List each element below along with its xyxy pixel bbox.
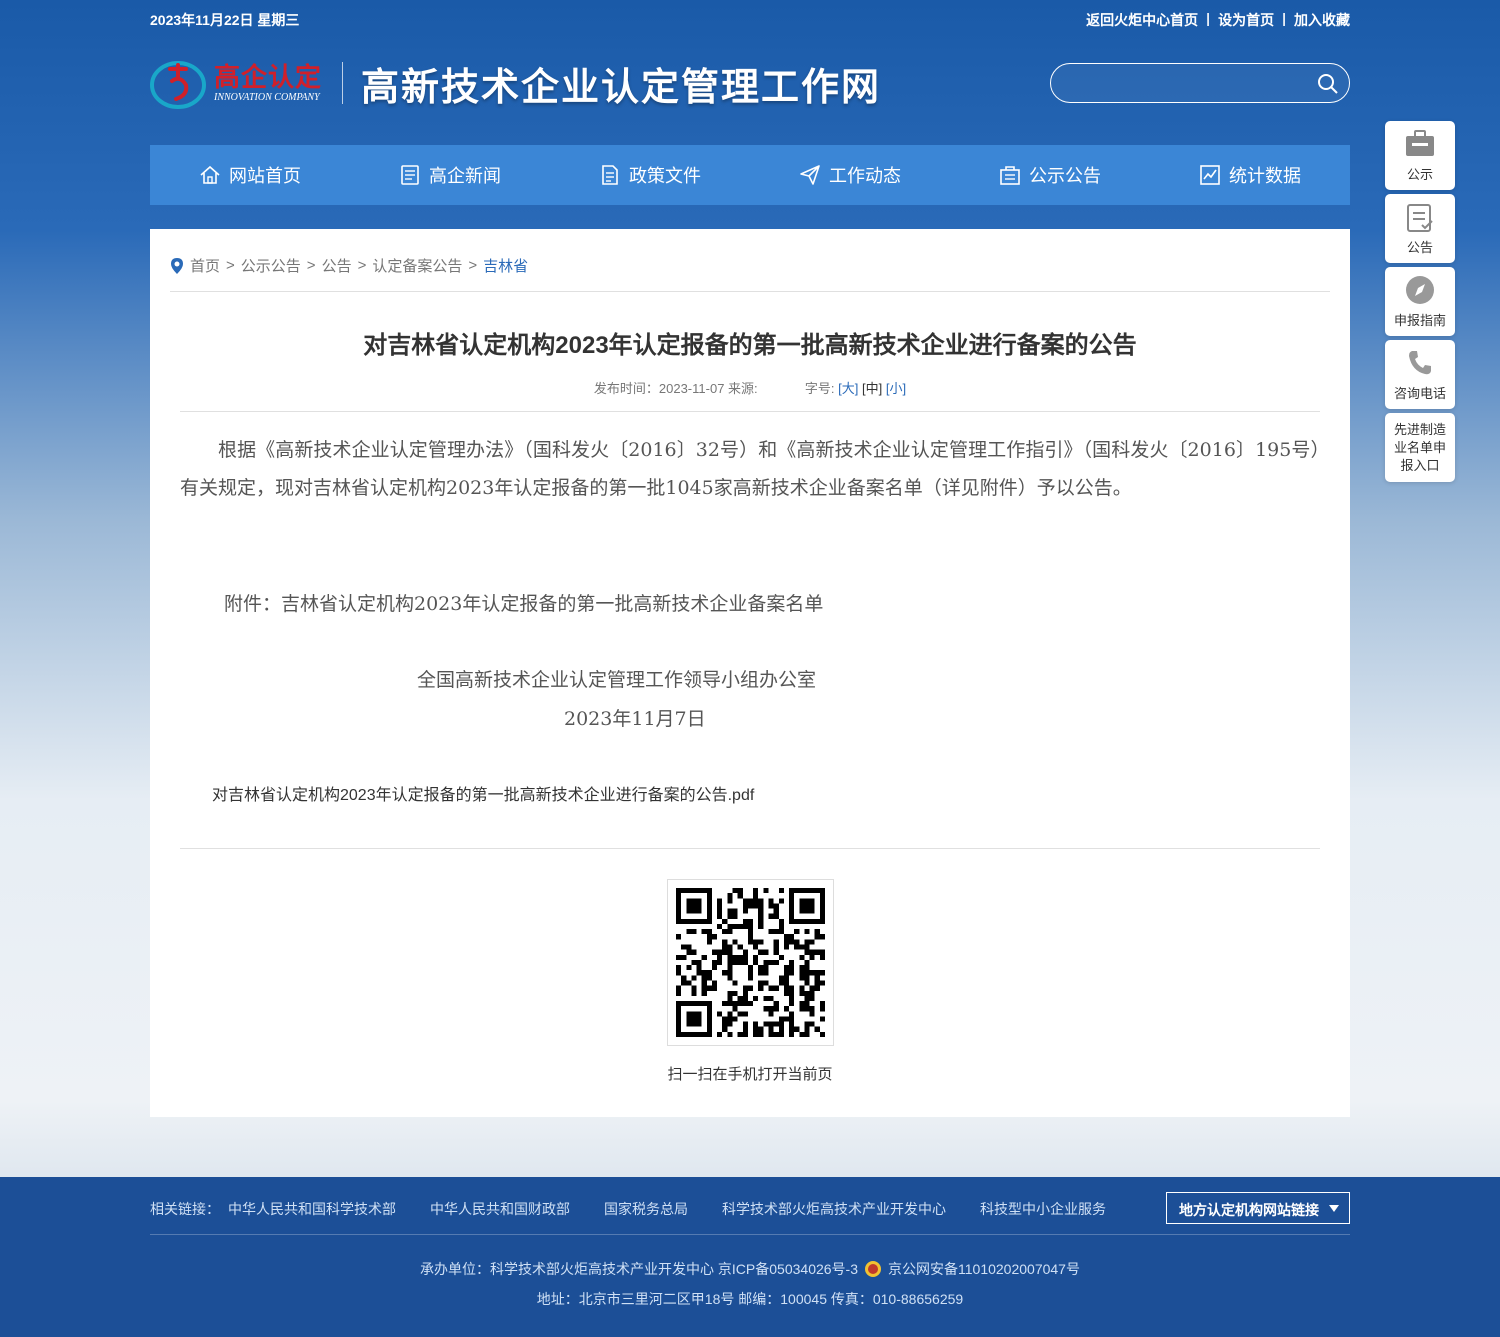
chart-icon: [1200, 165, 1220, 185]
divider: [170, 291, 1330, 292]
article-title: 对吉林省认定机构2023年认定报备的第一批高新技术企业进行备案的公告: [363, 332, 1137, 359]
phone-icon: [1409, 351, 1431, 375]
article-paragraph: 根据《高新技术企业认定管理办法》（国科发火〔2016〕32号）和《高新技术企业认…: [180, 439, 1320, 499]
breadcrumb-publicity[interactable]: 公示公告: [241, 255, 301, 276]
side-label: 申报指南: [1393, 313, 1446, 328]
nav-label: 政策文件: [629, 166, 701, 186]
breadcrumb-sep: >: [357, 257, 367, 274]
footer-info-organizer: 承办单位：科学技术部火炬高技术产业开发中心 京ICP备05034026号-3 京…: [0, 1259, 1500, 1279]
clipboard-icon: [1000, 166, 1020, 185]
separator: |: [1282, 10, 1286, 26]
footer: 相关链接： 中华人民共和国科学技术部 中华人民共和国财政部 国家税务总局 科学技…: [0, 1177, 1500, 1337]
logo-en: INNOVATION COMPANY: [214, 91, 320, 103]
font-size-medium[interactable]: [中]: [862, 381, 882, 396]
local-agency-select-label: 地方认定机构网站链接: [1179, 1202, 1319, 1218]
side-label: 先进制造业名单申报入口: [1393, 421, 1446, 473]
home-icon: [200, 165, 220, 184]
news-icon: [401, 165, 419, 185]
qr-code: [667, 879, 834, 1046]
breadcrumb-sep: >: [306, 257, 316, 274]
issuing-organization: 全国高新技术企业认定管理工作领导小组办公室: [417, 669, 817, 691]
related-links-label: 相关链接：: [150, 1201, 220, 1217]
nav-item-news[interactable]: 高企新闻: [350, 145, 550, 205]
logo-cn: 高企认定: [214, 62, 323, 93]
set-homepage-link[interactable]: 设为首页: [1218, 10, 1274, 30]
main-nav: 网站首页 高企新闻 政策文件 工作动态 公示公告 统计数据: [150, 145, 1350, 205]
separator: |: [1206, 10, 1211, 26]
chevron-down-icon: [1329, 1205, 1339, 1212]
font-size-small[interactable]: [小]: [886, 381, 906, 396]
nav-item-stats[interactable]: 统计数据: [1150, 145, 1350, 205]
article-panel: 首页 > 公示公告 > 公告 > 认定备案公告 > 吉林省 对吉林省认定机构20…: [150, 229, 1350, 1117]
search-icon[interactable]: [1317, 73, 1339, 95]
logo-icon[interactable]: [150, 55, 210, 111]
nav-label: 高企新闻: [429, 166, 501, 186]
paper-plane-icon: [800, 165, 820, 185]
nav-item-notice[interactable]: 公示公告: [950, 145, 1150, 205]
police-badge-icon: [864, 1260, 882, 1278]
divider: [180, 848, 1320, 849]
related-links: 相关链接： 中华人民共和国科学技术部 中华人民共和国财政部 国家税务总局 科学技…: [150, 1199, 1106, 1219]
side-label: 公告: [1406, 240, 1433, 255]
nav-item-home[interactable]: 网站首页: [150, 145, 350, 205]
briefcase-icon: [1406, 130, 1434, 156]
breadcrumb-current[interactable]: 吉林省: [483, 255, 528, 276]
add-favorite-link[interactable]: 加入收藏: [1294, 10, 1350, 30]
location-pin-icon: [171, 257, 183, 274]
top-bar: 2023年11月22日 星期三 返回火炬中心首页 | 设为首页 | 加入收藏: [150, 10, 1350, 30]
footer-link-torch[interactable]: 科学技术部火炬高技术产业开发中心: [722, 1199, 946, 1219]
footer-link-tax[interactable]: 国家税务总局: [604, 1199, 688, 1219]
side-button-publicity[interactable]: 公示: [1385, 121, 1455, 190]
breadcrumb-sep: >: [468, 257, 478, 274]
side-label: 公示: [1406, 167, 1433, 182]
pdf-attachment-link[interactable]: 对吉林省认定机构2023年认定报备的第一批高新技术企业进行备案的公告.pdf: [212, 781, 754, 805]
footer-link-mof[interactable]: 中华人民共和国财政部: [430, 1199, 570, 1219]
site-brand: 高企认定 INNOVATION COMPANY 高新技术企业认定管理工作网: [150, 55, 881, 111]
footer-link-most[interactable]: 中华人民共和国科学技术部: [228, 1199, 396, 1219]
return-torch-home-link[interactable]: 返回火炬中心首页: [1086, 10, 1198, 30]
search-box: [1050, 63, 1350, 103]
side-button-advanced-manufacturing[interactable]: 先进制造业名单申报入口: [1385, 413, 1455, 482]
breadcrumb-record-notice[interactable]: 认定备案公告: [372, 255, 462, 276]
publish-time: 发布时间：2023-11-07 来源:: [593, 381, 758, 396]
font-size-large[interactable]: [大]: [838, 381, 858, 396]
nav-label: 网站首页: [229, 166, 301, 186]
nav-label: 工作动态: [829, 166, 901, 186]
font-size-label: 字号:: [804, 381, 835, 396]
footer-link-sme[interactable]: 科技型中小企业服务: [980, 1199, 1106, 1219]
nav-item-policy[interactable]: 政策文件: [550, 145, 750, 205]
side-button-notice[interactable]: 公告: [1385, 194, 1455, 263]
divider: [180, 411, 1320, 412]
current-date: 2023年11月22日 星期三: [150, 12, 300, 28]
organizer-icp: 承办单位：科学技术部火炬高技术产业开发中心 京ICP备05034026号-3: [420, 1261, 858, 1277]
local-agency-select[interactable]: 地方认定机构网站链接: [1166, 1192, 1350, 1224]
nav-item-work[interactable]: 工作动态: [750, 145, 950, 205]
site-title: 高新技术企业认定管理工作网: [361, 63, 882, 109]
breadcrumb: 首页 > 公示公告 > 公告 > 认定备案公告 > 吉林省: [170, 255, 528, 276]
notepad-icon: [1407, 204, 1433, 232]
side-button-phone[interactable]: 咨询电话: [1385, 340, 1455, 409]
compass-icon: [1406, 276, 1434, 304]
article-body: 根据《高新技术企业认定管理办法》（国科发火〔2016〕32号）和《高新技术企业认…: [180, 431, 1320, 507]
footer-info-address: 地址：北京市三里河二区甲18号 邮编：100045 传真：010-8865625…: [536, 1291, 964, 1307]
article-meta: 发布时间：2023-11-07 来源: 字号: [大] [中] [小]: [180, 378, 1320, 397]
nav-label: 公示公告: [1029, 166, 1101, 186]
side-label: 咨询电话: [1393, 386, 1446, 401]
issue-date: 2023年11月7日: [564, 708, 706, 730]
document-icon: [602, 165, 618, 185]
breadcrumb-notice[interactable]: 公告: [322, 255, 352, 276]
top-links: 返回火炬中心首页 | 设为首页 | 加入收藏: [1086, 10, 1350, 30]
breadcrumb-home[interactable]: 首页: [190, 255, 220, 276]
police-record: 京公网安备11010202007047号: [888, 1261, 1080, 1277]
logo-text: 高企认定 INNOVATION COMPANY: [214, 64, 322, 103]
search-input[interactable]: [1069, 72, 1309, 94]
nav-label: 统计数据: [1229, 166, 1301, 186]
breadcrumb-sep: >: [226, 257, 235, 274]
qr-caption: 扫一扫在手机打开当前页: [667, 1066, 833, 1083]
brand-divider: [342, 62, 344, 104]
attachment-note: 附件：吉林省认定机构2023年认定报备的第一批高新技术企业备案名单: [224, 593, 824, 615]
side-button-guide[interactable]: 申报指南: [1385, 267, 1455, 336]
footer-divider: [150, 1234, 1350, 1235]
